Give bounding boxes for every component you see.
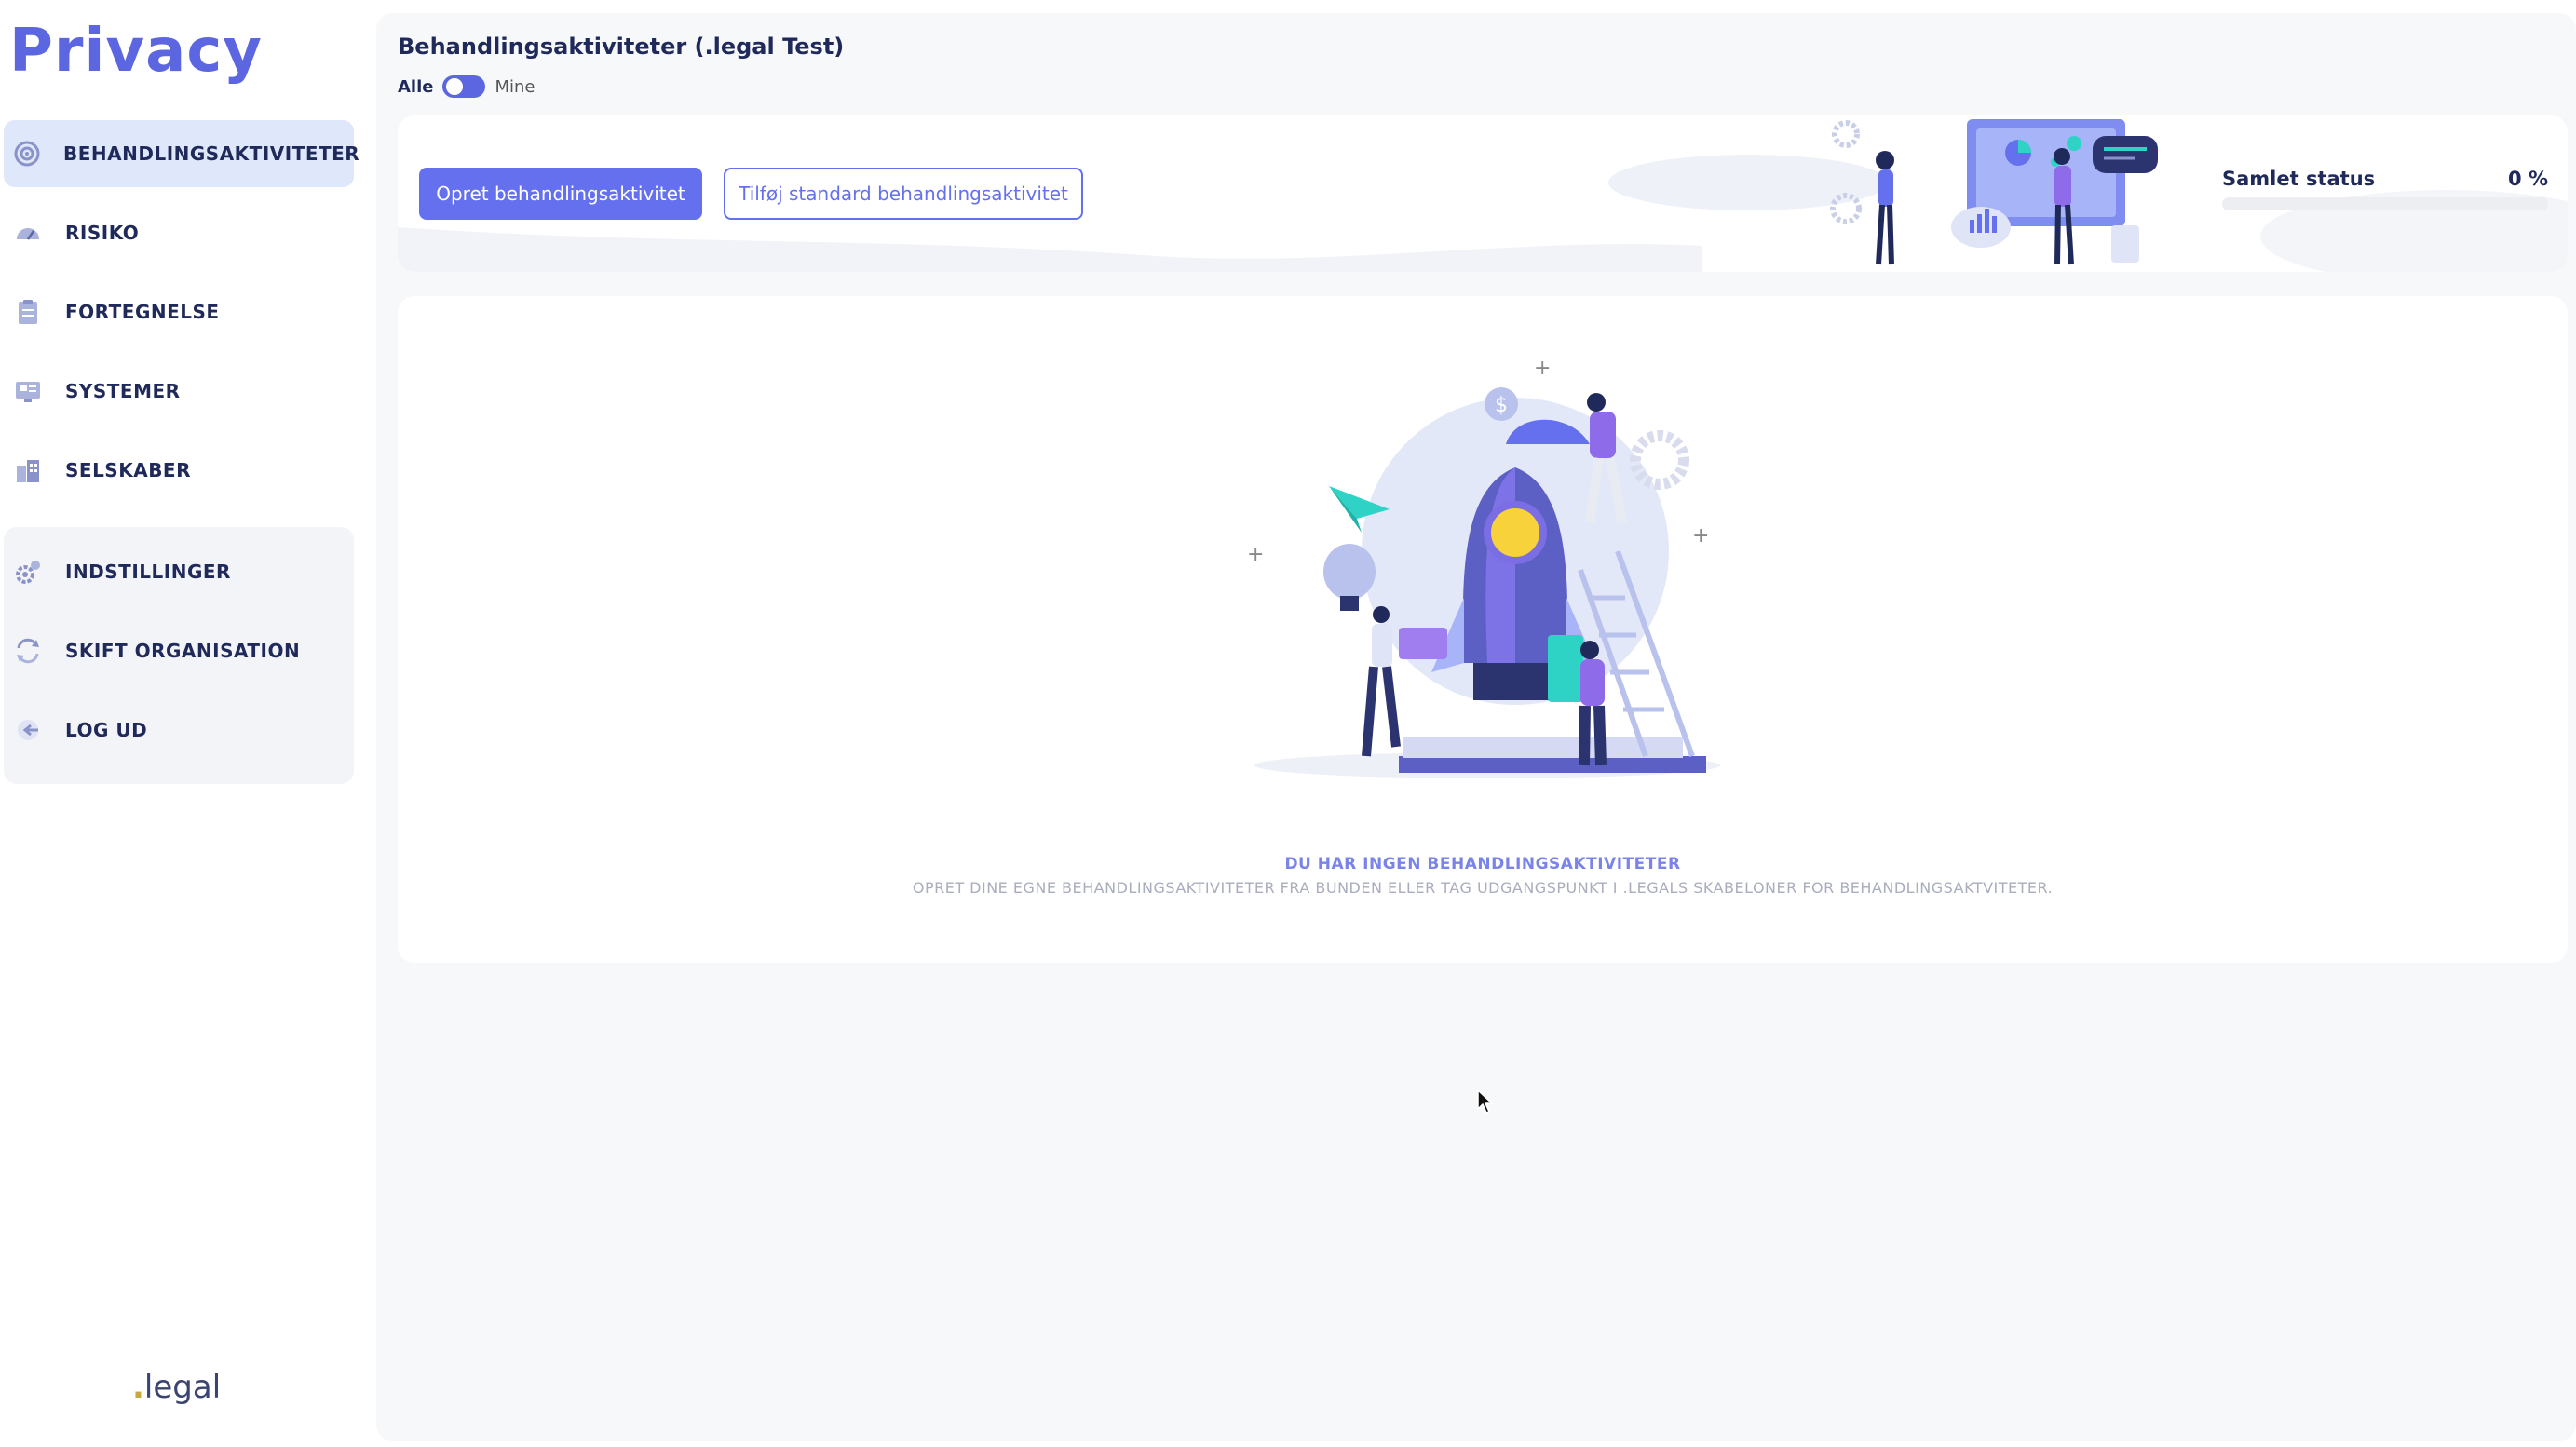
sidebar-item-label: INDSTILLINGER	[65, 561, 231, 583]
sidebar-item-systemer[interactable]: SYSTEMER	[4, 358, 354, 425]
brand-logo: .legal	[132, 1369, 222, 1406]
sidebar-item-selskaber[interactable]: SELSKABER	[4, 437, 354, 504]
gauge-icon	[13, 218, 43, 248]
logout-icon	[13, 715, 43, 745]
sidebar-item-behandlingsaktiviteter[interactable]: BEHANDLINGSAKTIVITETER	[4, 120, 359, 187]
toggle-label-mine: Mine	[495, 76, 536, 97]
target-icon	[13, 139, 41, 169]
add-standard-activity-button[interactable]: Tilføj standard behandlingsaktivitet	[724, 168, 1083, 220]
sidebar-item-label: RISIKO	[65, 222, 140, 244]
sidebar-item-label: SKIFT ORGANISATION	[65, 640, 301, 662]
page-title: Behandlingsaktiviteter (.legal Test)	[398, 34, 845, 60]
svg-text:+: +	[1247, 543, 1264, 566]
svg-text:$: $	[1495, 394, 1508, 417]
filter-toggle: Alle Mine	[398, 73, 536, 101]
sidebar-item-log-ud[interactable]: LOG UD	[4, 696, 354, 764]
empty-state-subtitle: OPRET DINE EGNE BEHANDLINGSAKTIVITETER F…	[912, 879, 2054, 897]
toggle-label-alle: Alle	[398, 76, 434, 97]
svg-text:+: +	[1534, 357, 1551, 380]
switch-arrows-icon	[13, 636, 43, 666]
sidebar-item-skift-organisation[interactable]: SKIFT ORGANISATION	[4, 617, 354, 684]
overall-status-value: 0 %	[2508, 168, 2548, 190]
rocket-illustration: $ + + +	[1247, 357, 1720, 778]
overall-status-label: Samlet status	[2222, 168, 2376, 190]
sidebar-item-risiko[interactable]: RISIKO	[4, 199, 354, 266]
empty-state-title: DU HAR INGEN BEHANDLINGSAKTIVITETER	[1284, 855, 1681, 873]
sidebar-item-label: FORTEGNELSE	[65, 301, 220, 323]
sidebar-item-label: SELSKABER	[65, 459, 191, 481]
monitor-icon	[13, 376, 43, 406]
gear-icon	[13, 557, 43, 587]
sidebar-item-fortegnelse[interactable]: FORTEGNELSE	[4, 278, 354, 345]
mouse-cursor-icon	[1477, 1089, 1494, 1114]
sidebar-item-label: LOG UD	[65, 719, 148, 741]
sidebar: Privacy BEHANDLINGSAKTIVITETER RISIKO FO…	[0, 0, 373, 1447]
overall-status-progress-bar	[2222, 197, 2548, 210]
sidebar-item-label: BEHANDLINGSAKTIVITETER	[63, 142, 360, 165]
sidebar-item-indstillinger[interactable]: INDSTILLINGER	[4, 538, 354, 605]
building-icon	[13, 455, 43, 485]
app-logo[interactable]: Privacy	[9, 17, 263, 86]
alle-mine-switch[interactable]	[442, 75, 486, 98]
create-activity-button[interactable]: Opret behandlingsaktivitet	[419, 168, 702, 220]
clipboard-icon	[13, 297, 43, 327]
svg-text:+: +	[1692, 524, 1709, 548]
sidebar-item-label: SYSTEMER	[65, 380, 181, 402]
